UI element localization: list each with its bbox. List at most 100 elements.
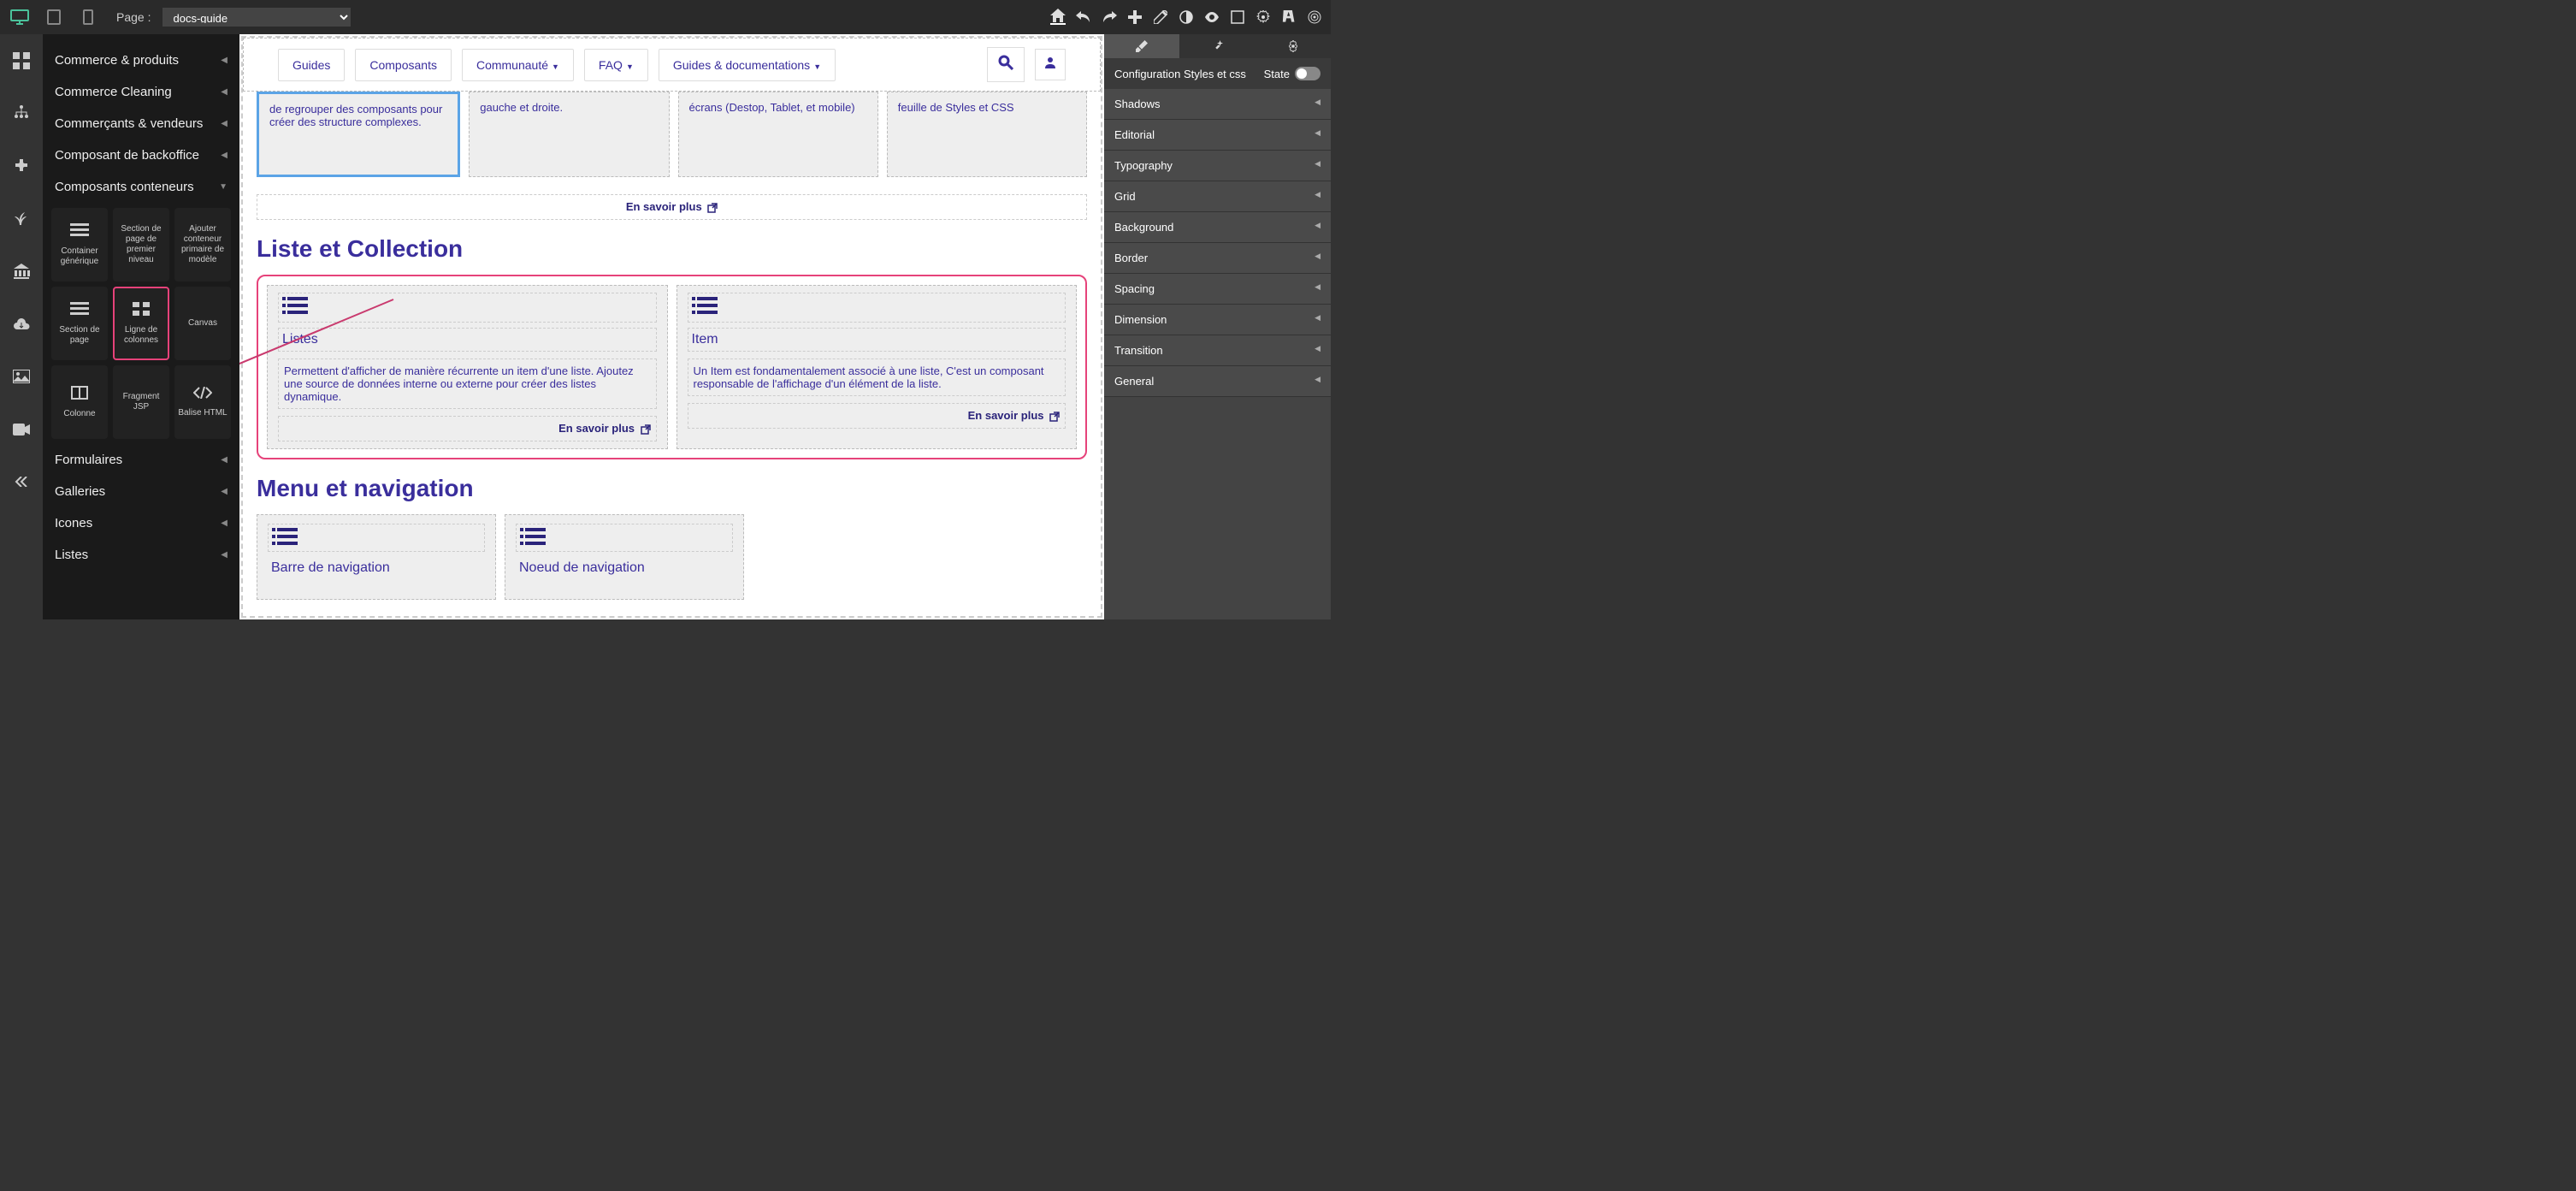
sidebar-item-commerce-produits[interactable]: Commerce & produits◀: [43, 44, 239, 76]
prop-general[interactable]: General◀: [1104, 366, 1331, 397]
nav-communaute[interactable]: Communauté▼: [462, 49, 574, 81]
caret-icon: ◀: [221, 87, 227, 97]
comp-ajouter-conteneur[interactable]: Ajouter conteneur primaire de modèle: [174, 208, 231, 281]
tablet-icon[interactable]: [43, 9, 65, 26]
prop-spacing[interactable]: Spacing◀: [1104, 274, 1331, 305]
tool-tab-gear[interactable]: [1256, 34, 1331, 58]
rail-widgets-icon[interactable]: [12, 51, 31, 70]
card-container[interactable]: gauche et droite.: [469, 92, 669, 177]
list-icon: [70, 223, 89, 241]
list-icon: [70, 302, 89, 320]
comp-container-generique[interactable]: Container générique: [51, 208, 108, 281]
card-title: Item: [688, 328, 1066, 352]
nav-composants[interactable]: Composants: [355, 49, 452, 81]
device-preview-icons: [9, 9, 99, 26]
card-barre-nav[interactable]: Barre de navigation: [257, 514, 496, 600]
rail-plant-icon[interactable]: [12, 210, 31, 228]
section-title-menu: Menu et navigation: [257, 475, 1087, 502]
edit-icon[interactable]: [1153, 9, 1168, 25]
left-sidebar: Commerce & produits◀ Commerce Cleaning◀ …: [43, 34, 239, 619]
rail-collapse-icon[interactable]: [12, 473, 31, 492]
page-nav: Guides Composants Communauté▼ FAQ▼ Guide…: [243, 38, 1101, 92]
learn-more-link[interactable]: En savoir plus: [257, 194, 1087, 220]
prop-shadows[interactable]: Shadows◀: [1104, 89, 1331, 120]
prop-border[interactable]: Border◀: [1104, 243, 1331, 274]
tool-tab-brush[interactable]: [1104, 34, 1179, 58]
comp-canvas[interactable]: Canvas: [174, 287, 231, 360]
config-label: Configuration Styles et css: [1114, 68, 1246, 80]
settings-icon[interactable]: [1256, 9, 1271, 25]
search-button[interactable]: [987, 47, 1025, 82]
tool-tabs: [1104, 34, 1331, 58]
redo-icon[interactable]: [1102, 9, 1117, 25]
nav-faq[interactable]: FAQ▼: [584, 49, 648, 81]
comp-balise-html[interactable]: Balise HTML: [174, 365, 231, 439]
card-row-top: de regrouper des composants pour créer d…: [257, 92, 1087, 177]
sidebar-item-icones[interactable]: Icones◀: [43, 507, 239, 539]
text-icon[interactable]: [1281, 9, 1297, 25]
home-icon[interactable]: [1050, 9, 1066, 25]
card-title: Barre de navigation: [268, 557, 485, 579]
sidebar-item-formulaires[interactable]: Formulaires◀: [43, 444, 239, 476]
config-header: Configuration Styles et css State: [1104, 58, 1331, 89]
canvas[interactable]: Guides Composants Communauté▼ FAQ▼ Guide…: [239, 34, 1104, 619]
rail-cloud-icon[interactable]: [12, 315, 31, 334]
rail-image-icon[interactable]: [12, 367, 31, 386]
comp-colonne[interactable]: Colonne: [51, 365, 108, 439]
card-row-menu: Barre de navigation Noeud de navigation: [257, 514, 1087, 600]
rail-tree-icon[interactable]: [12, 104, 31, 123]
nav-guides[interactable]: Guides: [278, 49, 345, 81]
rail-bank-icon[interactable]: [12, 262, 31, 281]
undo-icon[interactable]: [1076, 9, 1091, 25]
sidebar-item-listes[interactable]: Listes◀: [43, 539, 239, 571]
prop-dimension[interactable]: Dimension◀: [1104, 305, 1331, 335]
mobile-icon[interactable]: [77, 9, 99, 26]
sidebar-item-commercants[interactable]: Commerçants & vendeurs◀: [43, 108, 239, 139]
comp-fragment-jsp[interactable]: Fragment JSP: [113, 365, 169, 439]
target-icon[interactable]: [1307, 9, 1322, 25]
desktop-icon[interactable]: [9, 9, 31, 26]
card-noeud-nav[interactable]: Noeud de navigation: [505, 514, 744, 600]
pink-highlighted-row[interactable]: Listes Permettent d'afficher de manière …: [257, 275, 1087, 459]
sidebar-item-backoffice[interactable]: Composant de backoffice◀: [43, 139, 239, 171]
prop-typography[interactable]: Typography◀: [1104, 151, 1331, 181]
contrast-icon[interactable]: [1179, 9, 1194, 25]
component-grid: Container générique Section de page de p…: [43, 203, 239, 444]
sidebar-item-commerce-cleaning[interactable]: Commerce Cleaning◀: [43, 76, 239, 108]
nav-guides-docs[interactable]: Guides & documentations▼: [659, 49, 836, 81]
caret-icon: ◀: [221, 151, 227, 160]
tool-tab-wand[interactable]: [1179, 34, 1255, 58]
eye-icon[interactable]: [1204, 9, 1220, 25]
layers-icon[interactable]: [1230, 9, 1245, 25]
learn-more-link[interactable]: En savoir plus: [278, 416, 657, 441]
prop-transition[interactable]: Transition◀: [1104, 335, 1331, 366]
add-icon[interactable]: [1127, 9, 1143, 25]
toggle-switch[interactable]: [1295, 67, 1320, 80]
topbar-right: [1050, 9, 1322, 25]
rail-plugin-icon[interactable]: [12, 157, 31, 175]
section-title-liste: Liste et Collection: [257, 235, 1087, 263]
page-select[interactable]: docs-guide: [162, 8, 351, 27]
columns-icon: [71, 386, 88, 404]
caret-icon: ◀: [221, 455, 227, 465]
comp-ligne-colonnes[interactable]: Ligne de colonnes: [113, 287, 169, 360]
sidebar-item-conteneurs[interactable]: Composants conteneurs▼: [43, 171, 239, 203]
sidebar-item-galleries[interactable]: Galleries◀: [43, 476, 239, 507]
card-container[interactable]: feuille de Styles et CSS: [887, 92, 1087, 177]
page-label: Page :: [116, 10, 151, 24]
code-icon: [193, 387, 212, 403]
state-toggle[interactable]: State: [1264, 67, 1320, 80]
card-item[interactable]: Item Un Item est fondamentalement associ…: [676, 285, 1078, 449]
card-listes[interactable]: Listes Permettent d'afficher de manière …: [267, 285, 668, 449]
card-container[interactable]: de regrouper des composants pour créer d…: [257, 92, 460, 177]
prop-grid[interactable]: Grid◀: [1104, 181, 1331, 212]
rail-video-icon[interactable]: [12, 420, 31, 439]
chevron-down-icon: ▼: [626, 62, 634, 71]
prop-background[interactable]: Background◀: [1104, 212, 1331, 243]
learn-more-link[interactable]: En savoir plus: [688, 403, 1066, 429]
card-container[interactable]: écrans (Destop, Tablet, et mobile): [678, 92, 878, 177]
comp-section-page[interactable]: Section de page: [51, 287, 108, 360]
comp-section-premier[interactable]: Section de page de premier niveau: [113, 208, 169, 281]
user-button[interactable]: [1035, 49, 1066, 80]
prop-editorial[interactable]: Editorial◀: [1104, 120, 1331, 151]
